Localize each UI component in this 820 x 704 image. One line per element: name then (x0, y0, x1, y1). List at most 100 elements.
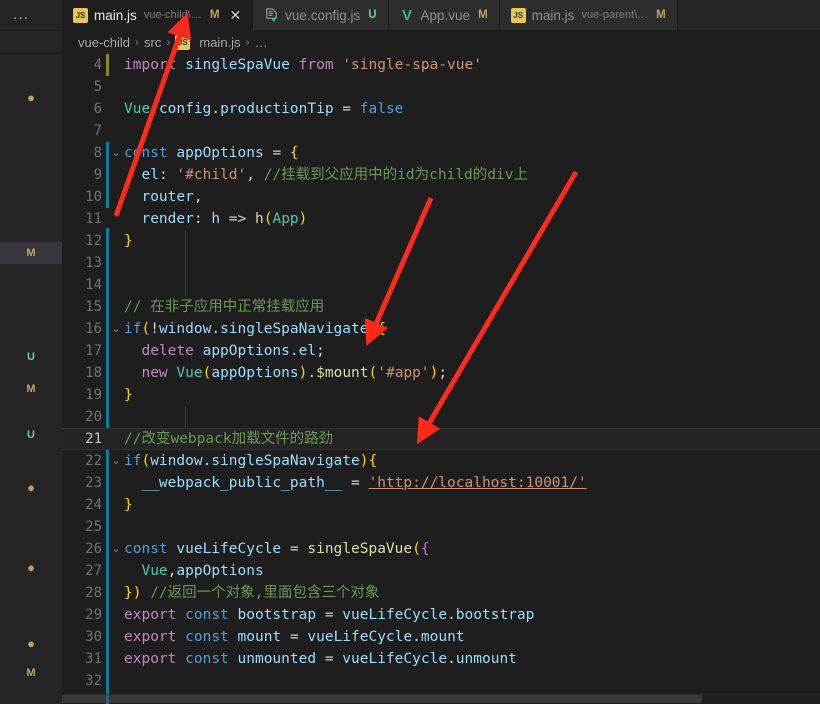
code-punct (316, 607, 325, 623)
code-line-14[interactable]: 14 (62, 274, 820, 296)
code-line-23[interactable]: 23 __webpack_public_path__ = 'http://loc… (62, 472, 820, 494)
code-lines[interactable]: 4 import singleSpaVue from 'single-spa-vu… (62, 54, 820, 692)
code-comment: //挂载到父应用中的id为child的div上 (263, 167, 528, 183)
open-editors-rail[interactable]: … ● M U M U ● ● ● M (0, 0, 63, 704)
rail-marker-label: U (27, 351, 35, 363)
fold-chevron-down-icon[interactable]: ⌄ (110, 318, 122, 340)
fold-chevron-down-icon[interactable]: ⌄ (110, 142, 122, 164)
code-bracket: } (124, 585, 133, 601)
code-line-20[interactable]: 20 (62, 406, 820, 428)
line-number: 8 (93, 145, 102, 161)
tab-git-status-badge: M (209, 9, 220, 21)
code-line-13[interactable]: 13 (62, 252, 820, 274)
rail-marker-8[interactable]: M (0, 662, 62, 684)
horizontal-scrollbar[interactable] (62, 694, 820, 704)
js-file-icon: JS (73, 7, 88, 23)
code-token: vueLifeCycle (342, 651, 448, 667)
code-token: new (141, 365, 168, 381)
rail-marker-7[interactable]: ● (0, 632, 62, 654)
scrollbar-thumb[interactable] (62, 695, 702, 703)
line-number: 22 (85, 453, 102, 469)
rail-marker-label: M (26, 247, 36, 259)
code-line-18[interactable]: 18 new Vue(appOptions).$mount('#app'); (62, 362, 820, 384)
code-token: from (298, 57, 334, 73)
rail-marker-1[interactable]: M (0, 242, 62, 264)
tab-App-vue-2[interactable]: V App.vue M (388, 0, 500, 30)
code-line-9[interactable]: 9 el: '#child', //挂载到父应用中的id为child的div上 (62, 164, 820, 186)
code-line-12[interactable]: 12} (62, 230, 820, 252)
breadcrumb-item-2[interactable]: main.js (199, 35, 240, 50)
code-punct (281, 145, 290, 161)
code-punct (229, 607, 238, 623)
line-number: 9 (93, 167, 102, 183)
editor-tab-bar[interactable]: JS main.js vue-child\… M ✕ vue.config.js U V App… (62, 0, 820, 30)
rail-header: … (0, 0, 62, 31)
code-token: render (141, 211, 194, 227)
code-line-5[interactable]: 5 (62, 76, 820, 98)
code-text: __webpack_public_path__ = 'http://localh… (124, 472, 586, 494)
breadcrumb-item-1[interactable]: src (144, 35, 161, 50)
rail-marker-6[interactable]: ● (0, 556, 62, 578)
code-line-30[interactable]: 30 export const mount = vueLifeCycle.moun… (62, 626, 820, 648)
rail-marker-5[interactable]: ● (0, 476, 62, 498)
rail-marker-label: U (27, 429, 35, 441)
tab-vue-config-js-1[interactable]: vue.config.js U (253, 0, 389, 30)
breadcrumb-separator: › (166, 35, 171, 49)
code-line-6[interactable]: 6 Vue.config.productionTip = false (62, 98, 820, 120)
code-text: export const mount = vueLifeCycle.mount (124, 626, 465, 648)
code-line-11[interactable]: 11 render: h => h(App) (62, 208, 820, 230)
breadcrumb-item-0[interactable]: vue-child (78, 35, 130, 50)
line-number: 30 (85, 629, 102, 645)
code-line-19[interactable]: 19} (62, 384, 820, 406)
code-line-17[interactable]: 17 delete appOptions.el; (62, 340, 820, 362)
fold-chevron-down-icon[interactable]: ⌄ (110, 450, 122, 472)
fold-chevron-down-icon[interactable]: ⌄ (110, 538, 122, 560)
code-line-24[interactable]: 24} (62, 494, 820, 516)
code-line-15[interactable]: 15 // 在非子应用中正常挂载应用 (62, 296, 820, 318)
code-bracket: ) (298, 211, 308, 227)
code-punct: . (211, 101, 221, 117)
code-line-8[interactable]: 8 ⌄ const appOptions = { (62, 142, 820, 164)
line-number: 17 (85, 343, 102, 359)
code-comment: // 在非子应用中正常挂载应用 (124, 299, 325, 315)
code-token: h (255, 211, 264, 227)
code-punct (176, 651, 185, 667)
tab-main-js-0[interactable]: JS main.js vue-child\… M ✕ (62, 0, 254, 30)
code-token: appOptions (202, 343, 290, 359)
code-token: App (272, 211, 299, 227)
overflow-menu-icon[interactable]: … (12, 4, 31, 24)
code-line-32[interactable]: 32 (62, 670, 820, 692)
rail-subheader (0, 31, 62, 54)
code-token: $mount (316, 365, 369, 381)
rail-marker-4[interactable]: U (0, 424, 62, 446)
line-number: 6 (93, 101, 102, 117)
code-line-26[interactable]: 26 ⌄ const vueLifeCycle = singleSpaVue({ (62, 538, 820, 560)
code-line-7[interactable]: 7 (62, 120, 820, 142)
code-punct (124, 343, 133, 359)
code-token: Vue (141, 563, 168, 579)
code-line-21[interactable]: 21 //改变webpack加载文件的路劲 (62, 428, 820, 450)
code-token: if (124, 321, 142, 337)
rail-marker-3[interactable]: M (0, 378, 62, 400)
code-punct (290, 57, 299, 73)
code-line-22[interactable]: 22 ⌄ if(window.singleSpaNavigate){ (62, 450, 820, 472)
breadcrumb-item-3[interactable]: … (255, 35, 268, 50)
rail-marker-label: M (26, 383, 36, 395)
code-token: appOptions (211, 365, 299, 381)
code-token: window (150, 453, 203, 469)
rail-marker-2[interactable]: U (0, 346, 62, 368)
code-line-25[interactable]: 25 (62, 516, 820, 538)
code-line-28[interactable]: 28}) //返回一个对象,里面包含三个对象 (62, 582, 820, 604)
close-icon[interactable]: ✕ (229, 8, 241, 22)
code-line-16[interactable]: 16 ⌄ if(!window.singleSpaNavigate){ (62, 318, 820, 340)
code-line-27[interactable]: 27 Vue,appOptions (62, 560, 820, 582)
code-punct: , (246, 167, 255, 183)
code-line-31[interactable]: 31 export const unmounted = vueLifeCycle.… (62, 648, 820, 670)
code-line-29[interactable]: 29 export const bootstrap = vueLifeCycle.… (62, 604, 820, 626)
code-line-4[interactable]: 4 import singleSpaVue from 'single-spa-vu… (62, 54, 820, 76)
breadcrumb[interactable]: vue-child › src › JS main.js ›… (62, 30, 820, 54)
tab-main-js-3[interactable]: JS main.js vue-parent\… M (499, 0, 678, 30)
code-line-10[interactable]: 10 router, (62, 186, 820, 208)
code-editor[interactable]: 4 import singleSpaVue from 'single-spa-vu… (62, 54, 820, 704)
rail-marker-0[interactable]: ● (0, 86, 62, 108)
